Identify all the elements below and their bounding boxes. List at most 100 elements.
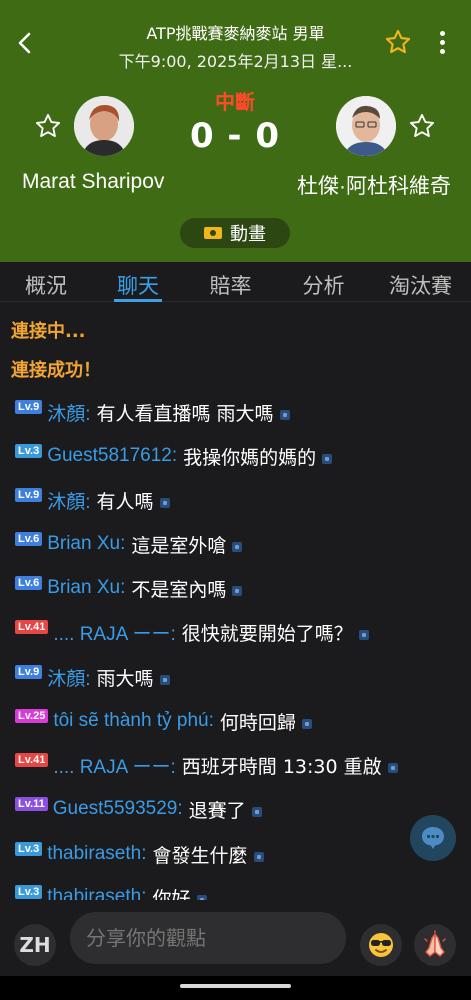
chat-text: 有人嗎 (96, 490, 154, 513)
star-outline-icon (409, 113, 435, 137)
home-indicator[interactable] (180, 984, 291, 988)
translate-icon[interactable] (358, 630, 369, 640)
chat-text: 何時回歸 (219, 711, 296, 734)
chat-text: 雨大嗎 (96, 667, 154, 690)
translate-icon[interactable] (279, 410, 290, 420)
system-nav-bar (0, 976, 471, 1000)
chat-text: 這是室外嗆 (131, 534, 227, 557)
system-message: 連接中... (11, 321, 86, 342)
tab-chat[interactable]: 聊天 (92, 262, 184, 302)
chevron-left-icon (18, 32, 31, 54)
sunglasses-emoji-icon (369, 933, 393, 957)
away-player-avatar[interactable] (336, 96, 396, 156)
chat-message: Lv.6 Brian Xu: 這是室外嗆 (15, 529, 461, 559)
match-header: ATP挑戰賽麥納麥站 男單 下午9:00, 2025年2月13日 星... 中斷… (0, 0, 471, 262)
favorite-button[interactable] (384, 28, 412, 56)
tab-analysis[interactable]: 分析 (277, 262, 370, 301)
translate-icon[interactable] (159, 675, 170, 685)
translate-icon[interactable] (387, 763, 398, 773)
pray-button[interactable] (414, 924, 456, 966)
level-badge: Lv.9 (15, 488, 43, 502)
tab-bar: 概況 聊天 賠率 分析 淘汰賽 (0, 262, 471, 302)
chat-text: 會發生什麼 (152, 844, 248, 867)
praying-hands-icon (424, 930, 446, 957)
match-score: 0 - 0 (189, 116, 281, 156)
tab-overview[interactable]: 概況 (0, 262, 92, 301)
away-player-star-button[interactable] (408, 112, 436, 140)
star-outline-icon (35, 113, 61, 137)
match-status: 中斷 (215, 90, 255, 114)
chat-message: Lv.9 沐顏: 有人嗎 (15, 485, 461, 515)
translate-icon[interactable] (322, 454, 333, 464)
emoji-button[interactable] (360, 924, 402, 966)
more-vertical-icon (430, 31, 454, 54)
level-badge: Lv.3 (15, 444, 43, 458)
chat-list[interactable]: 連接中... 連接成功！ Lv.9 沐顏: 有人看直播嗎 雨大嗎 Lv.3 Gu… (0, 302, 471, 900)
chat-text: 有人看直播嗎 雨大嗎 (96, 402, 274, 425)
translate-icon[interactable] (232, 542, 243, 552)
field-icon (204, 227, 222, 239)
chat-username[interactable]: Brian Xu: (47, 577, 125, 599)
tab-knockout[interactable]: 淘汰賽 (370, 262, 471, 301)
home-player-name[interactable]: Marat Sharipov (22, 170, 164, 194)
chat-text: 很快就要開始了嗎？ (181, 622, 353, 645)
level-badge: Lv.41 (15, 620, 49, 634)
translate-icon[interactable] (251, 807, 262, 817)
animation-label: 動畫 (230, 224, 266, 245)
more-options-button[interactable] (430, 28, 454, 60)
level-badge: Lv.9 (15, 400, 43, 414)
chat-bubble-icon (422, 827, 444, 849)
translate-icon[interactable] (159, 498, 170, 508)
chat-text: 不是室內嗎 (131, 578, 227, 601)
chat-text: 西班牙時間 13:30 重啟 (181, 755, 382, 778)
chat-input[interactable] (70, 912, 346, 964)
chat-message: Lv.11 Guest5593529: 退賽了 (15, 794, 461, 824)
chat-username[interactable]: 沐顏: (47, 487, 90, 514)
chat-username[interactable]: Guest5817612: (47, 445, 177, 467)
chat-message: Lv.41 .... RAJA ーー: 很快就要開始了嗎？ (15, 617, 461, 647)
level-badge: Lv.3 (15, 885, 43, 899)
page-title: ATP挑戰賽麥納麥站 男單 (146, 24, 325, 43)
chat-text: 退賽了 (188, 799, 246, 822)
chat-username[interactable]: .... RAJA ーー: (53, 752, 175, 779)
chat-text: 你好 (152, 887, 191, 901)
home-player-star-button[interactable] (34, 112, 62, 140)
tab-odds[interactable]: 賠率 (184, 262, 277, 301)
star-outline-icon (385, 29, 411, 54)
chat-username[interactable]: Brian Xu: (47, 533, 125, 555)
chat-message: Lv.9 沐顏: 有人看直播嗎 雨大嗎 (15, 397, 461, 427)
chat-username[interactable]: 沐顏: (47, 664, 90, 691)
level-badge: Lv.3 (15, 842, 43, 856)
level-badge: Lv.6 (15, 532, 43, 546)
chat-message: Lv.25 tôi sẽ thành tỷ phú: 何時回歸 (15, 706, 461, 736)
chat-username[interactable]: thabiraseth: (47, 886, 146, 900)
chat-message: Lv.3 thabiraseth: 會發生什麼 (15, 839, 461, 869)
system-message: 連接成功！ (11, 360, 101, 381)
home-player-avatar[interactable] (74, 96, 134, 156)
translate-icon[interactable] (253, 852, 264, 862)
chat-message: Lv.41 .... RAJA ーー: 西班牙時間 13:30 重啟 (15, 750, 461, 780)
chat-input-bar: ZH (0, 900, 471, 976)
animation-button[interactable]: 動畫 (180, 218, 290, 248)
away-player-name[interactable]: 杜傑·阿杜科維奇 (297, 170, 451, 200)
level-badge: Lv.11 (15, 797, 48, 811)
chat-username[interactable]: 沐顏: (47, 399, 90, 426)
back-button[interactable] (10, 28, 40, 58)
chat-username[interactable]: tôi sẽ thành tỷ phú: (53, 710, 214, 732)
chat-message: Lv.6 Brian Xu: 不是室內嗎 (15, 573, 461, 603)
chat-message: Lv.3 Guest5817612: 我操你媽的媽的 (15, 441, 461, 471)
match-datetime: 下午9:00, 2025年2月13日 星... (118, 52, 353, 71)
chat-message: Lv.3 thabiraseth: 你好 (15, 882, 461, 900)
level-badge: Lv.25 (15, 709, 49, 723)
chat-message: Lv.9 沐顏: 雨大嗎 (15, 662, 461, 692)
translate-icon[interactable] (232, 586, 243, 596)
level-badge: Lv.41 (15, 753, 49, 767)
level-badge: Lv.6 (15, 576, 43, 590)
translate-icon[interactable] (301, 719, 312, 729)
chat-float-button[interactable] (410, 815, 456, 861)
level-badge: Lv.9 (15, 665, 43, 679)
chat-username[interactable]: Guest5593529: (53, 798, 183, 820)
chat-username[interactable]: thabiraseth: (47, 843, 146, 865)
language-toggle[interactable]: ZH (14, 924, 56, 966)
chat-username[interactable]: .... RAJA ーー: (53, 619, 175, 646)
